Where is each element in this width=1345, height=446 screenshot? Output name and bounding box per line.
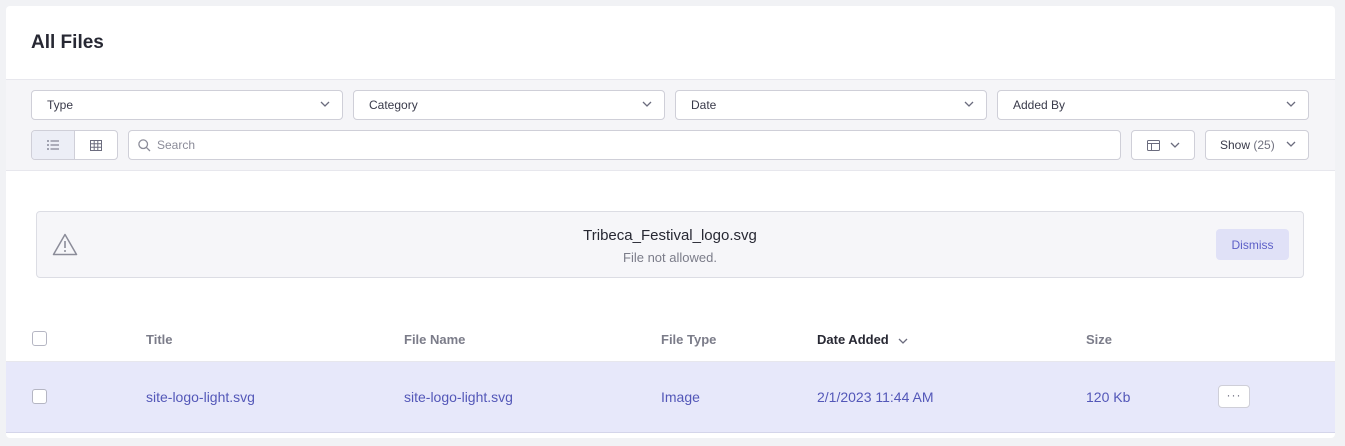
column-header-size[interactable]: Size <box>1086 332 1112 347</box>
list-view-button[interactable] <box>32 131 75 159</box>
search-box <box>128 130 1121 160</box>
table-row[interactable]: site-logo-light.svg site-logo-light.svg … <box>6 362 1335 433</box>
upload-error-alert: Tribeca_Festival_logo.svg File not allow… <box>36 211 1304 278</box>
added-by-filter-label: Added By <box>1013 98 1066 112</box>
grid-view-button[interactable] <box>75 131 118 159</box>
filter-toolbar: Type Category Date Added By Search Show … <box>6 80 1335 171</box>
chevron-down-icon <box>1286 141 1296 147</box>
row-file-type: Image <box>661 389 700 405</box>
type-filter-label: Type <box>47 98 74 112</box>
chevron-down-icon <box>1286 101 1296 107</box>
date-added-label: Date Added <box>817 332 889 347</box>
page-size-select[interactable]: Show (25) <box>1205 130 1309 160</box>
sort-chevron-down-icon <box>898 338 908 344</box>
files-card: All Files Type Category Date Added By Se… <box>6 6 1335 438</box>
list-view-icon <box>46 140 59 150</box>
dismiss-button[interactable]: Dismiss <box>1216 229 1289 260</box>
added-by-filter-select[interactable]: Added By <box>997 90 1309 120</box>
chevron-down-icon <box>1170 142 1179 148</box>
row-actions-button[interactable]: ··· <box>1218 385 1250 408</box>
search-icon <box>138 139 151 152</box>
page-header: All Files <box>6 6 1335 80</box>
select-all-checkbox[interactable] <box>32 331 47 346</box>
category-filter-label: Category <box>369 98 418 112</box>
show-count: (25) <box>1253 138 1275 152</box>
grid-view-icon <box>89 139 102 151</box>
table-header: Title File Name File Type Date Added Siz… <box>6 321 1335 362</box>
column-header-date-added[interactable]: Date Added <box>817 332 908 347</box>
view-mode-toggle <box>31 130 118 160</box>
chevron-down-icon <box>642 101 652 107</box>
row-date-added: 2/1/2023 11:44 AM <box>817 389 934 405</box>
search-input[interactable] <box>157 131 1107 159</box>
show-label: Show <box>1220 138 1251 152</box>
column-header-file-type[interactable]: File Type <box>661 332 716 347</box>
chevron-down-icon <box>964 101 974 107</box>
category-filter-select[interactable]: Category <box>353 90 665 120</box>
page-title: All Files <box>31 32 104 53</box>
column-header-file-name[interactable]: File Name <box>404 332 465 347</box>
column-header-title[interactable]: Title <box>146 332 173 347</box>
chevron-down-icon <box>320 101 330 107</box>
type-filter-select[interactable]: Type <box>31 90 343 120</box>
row-checkbox[interactable] <box>32 389 47 404</box>
alert-message: File not allowed. <box>623 250 717 265</box>
row-file-name: site-logo-light.svg <box>404 389 513 405</box>
date-filter-select[interactable]: Date <box>675 90 987 120</box>
alert-filename: Tribeca_Festival_logo.svg <box>583 227 757 244</box>
row-size: 120 Kb <box>1086 389 1131 405</box>
columns-button[interactable] <box>1131 130 1195 160</box>
date-filter-label: Date <box>691 98 717 112</box>
row-title[interactable]: site-logo-light.svg <box>146 389 255 405</box>
table-columns-icon <box>1146 139 1160 151</box>
